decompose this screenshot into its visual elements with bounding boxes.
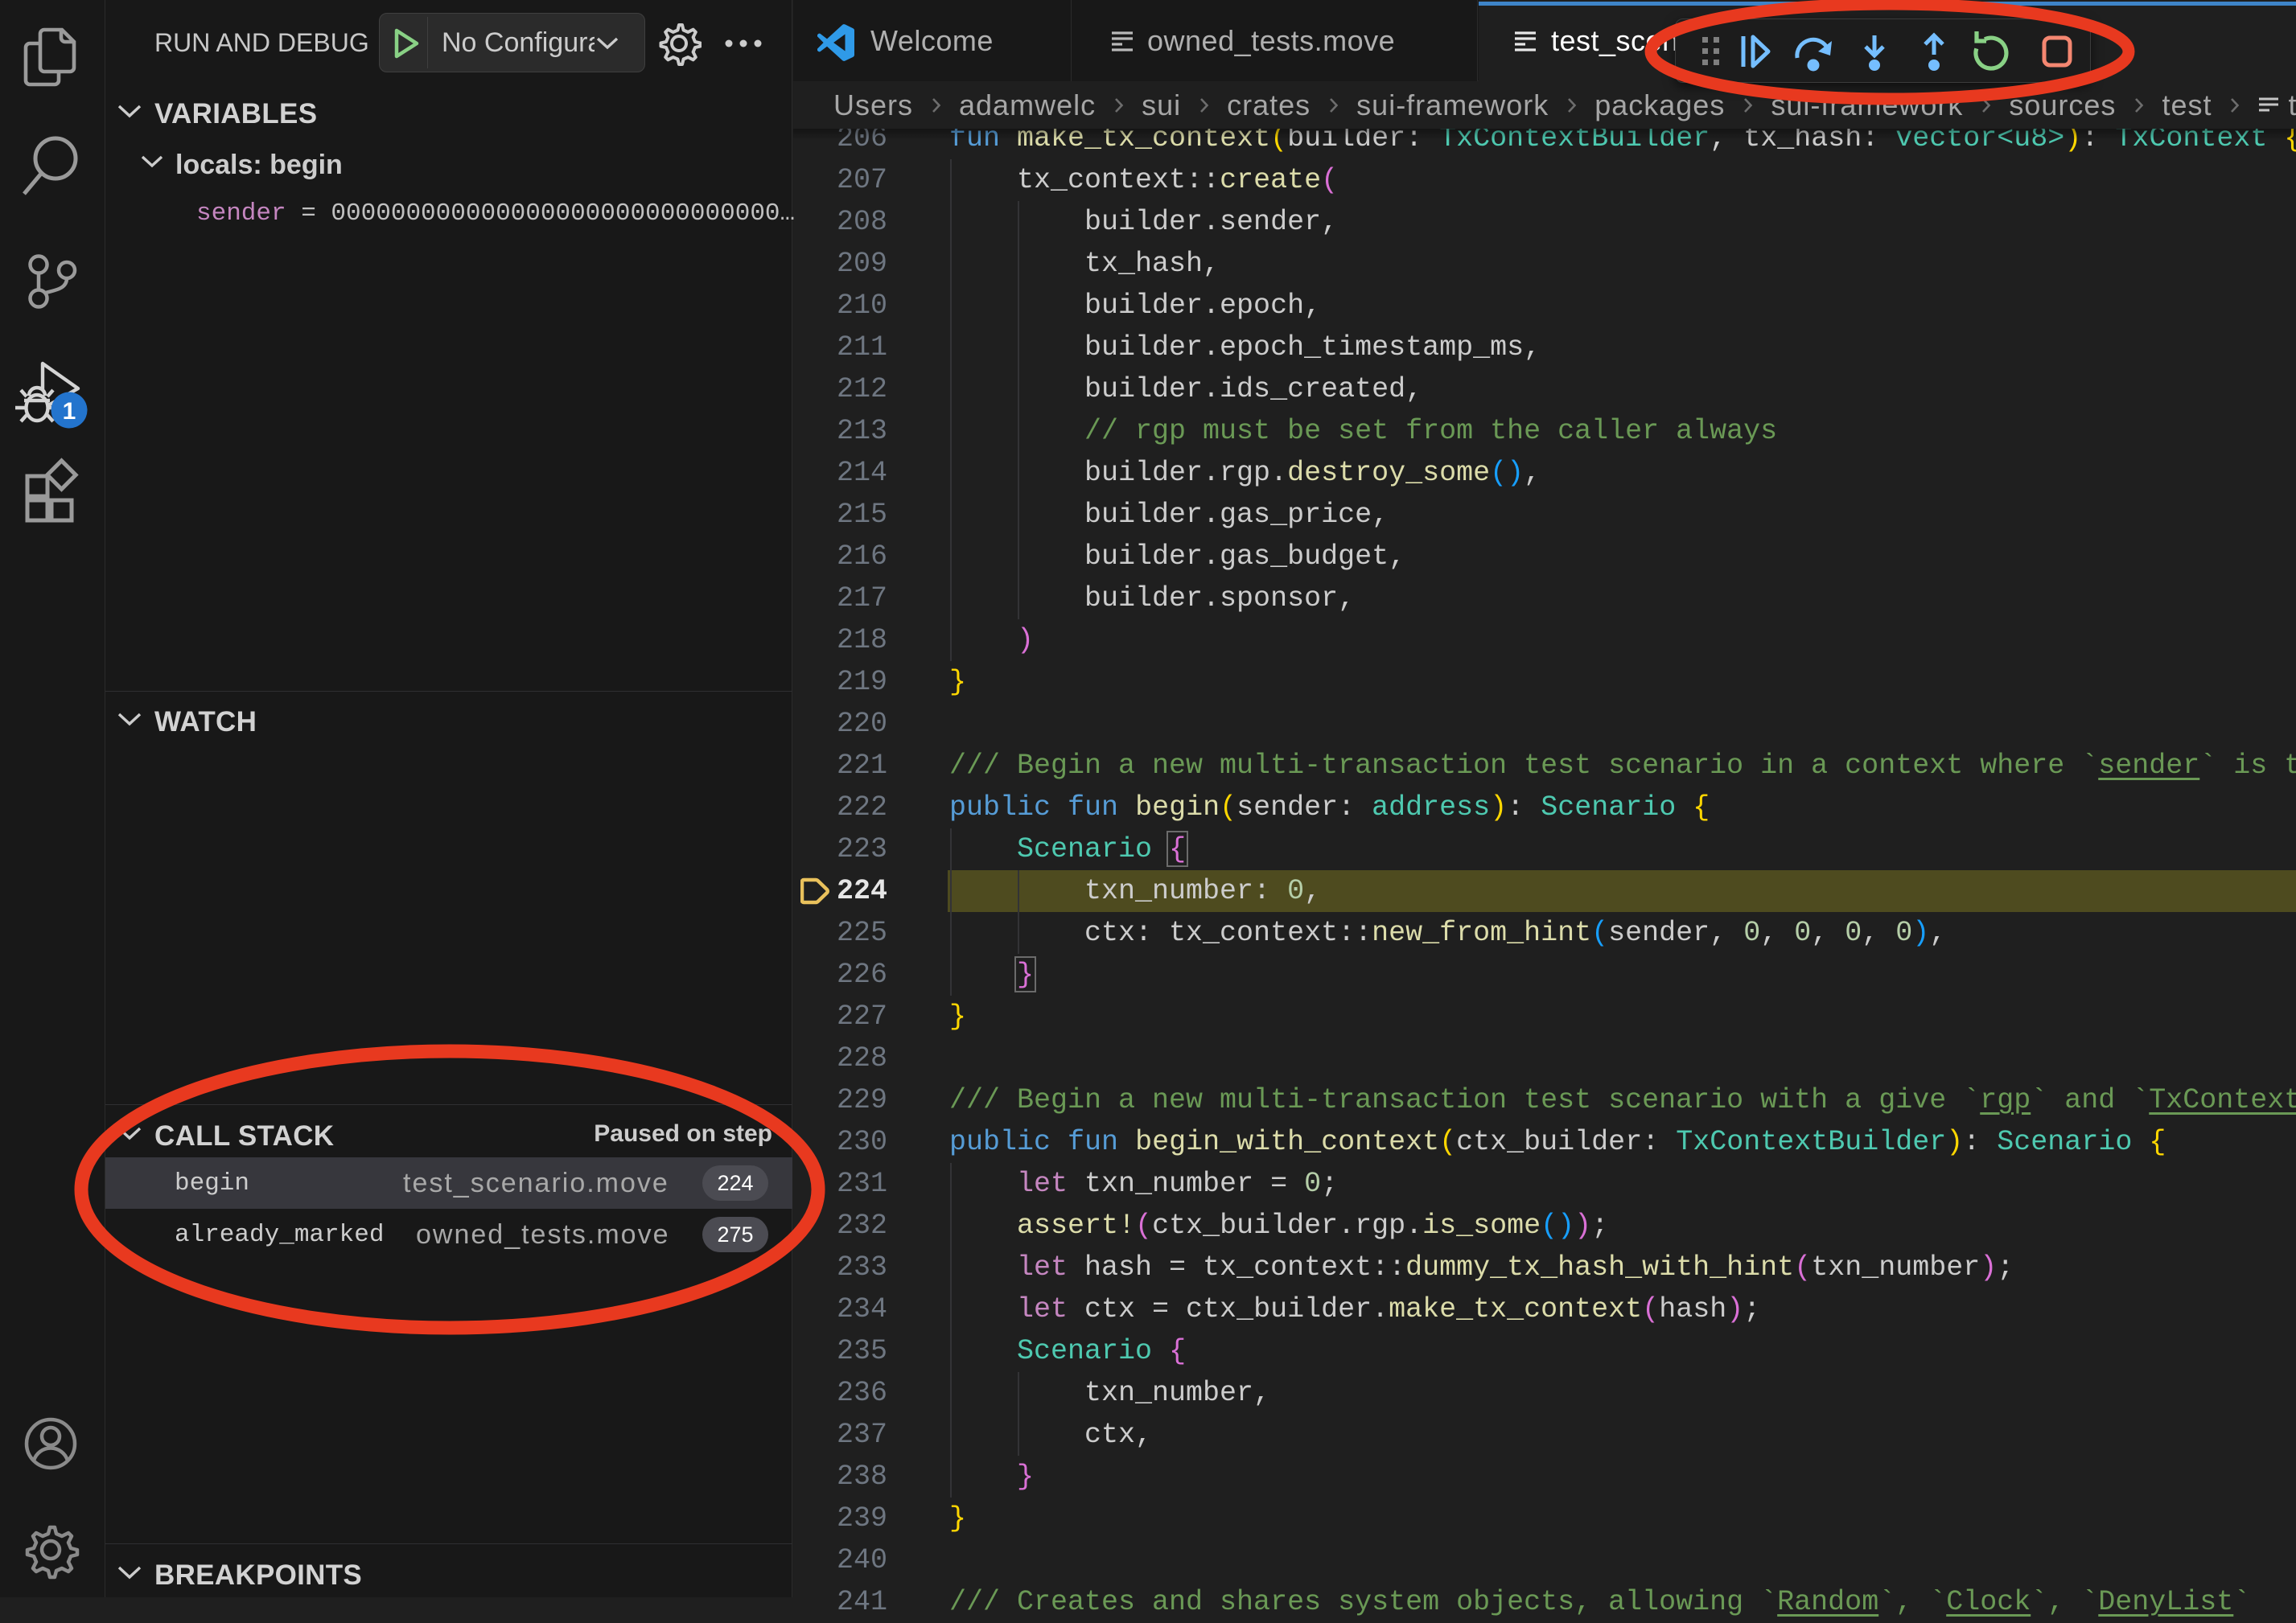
svg-text:1: 1 — [63, 398, 76, 425]
